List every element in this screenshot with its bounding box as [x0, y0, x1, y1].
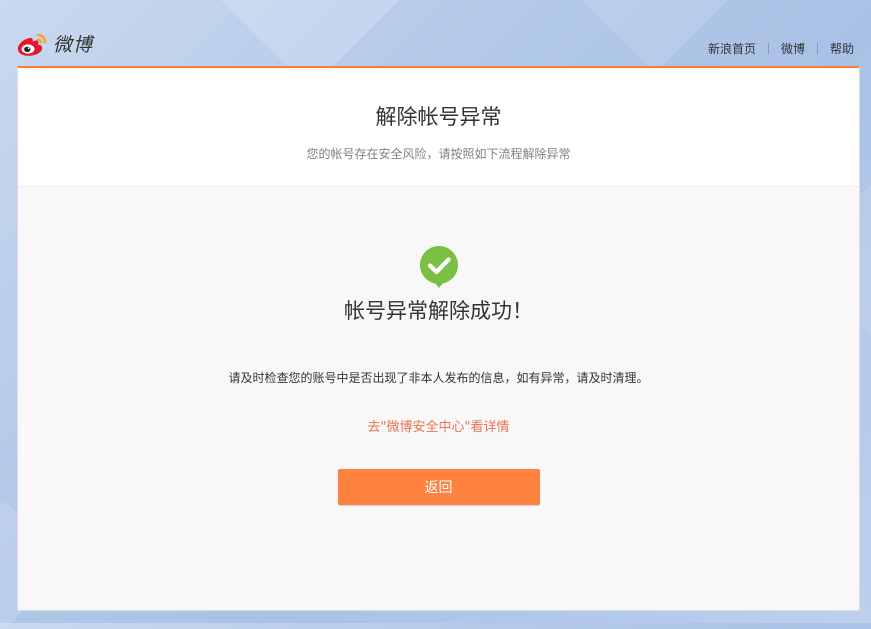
nav-link-help[interactable]: 帮助 [830, 40, 854, 57]
nav-link-weibo[interactable]: 微博 [781, 40, 805, 57]
weibo-eye-icon [16, 31, 50, 57]
success-check-icon [419, 245, 459, 289]
nav-divider [767, 43, 769, 54]
back-button[interactable]: 返回 [337, 469, 540, 505]
logo-text: 微博 [53, 34, 94, 56]
security-center-link[interactable]: 去"微博安全中心"看详情 [368, 416, 510, 435]
card-body: 帐号异常解除成功！ 请及时检查您的账号中是否出现了非本人发布的信息，如有异常，请… [18, 245, 859, 505]
page-subtitle: 您的帐号存在安全风险，请按照如下流程解除异常 [306, 147, 571, 161]
success-message: 帐号异常解除成功！ [344, 299, 533, 323]
nav-link-sina-home[interactable]: 新浪首页 [708, 40, 756, 57]
card-header: 解除帐号异常 您的帐号存在安全风险，请按照如下流程解除异常 [18, 68, 859, 187]
page-title: 解除帐号异常 [375, 105, 502, 129]
notice-text: 请及时检查您的账号中是否出现了非本人发布的信息，如有异常，请及时清理。 [228, 371, 649, 385]
nav-divider [816, 43, 818, 54]
account-unlock-card: 解除帐号异常 您的帐号存在安全风险，请按照如下流程解除异常 帐号异常解除成功！ … [17, 66, 860, 611]
weibo-logo[interactable]: 微博 [16, 30, 93, 57]
top-header: 微博 新浪首页 微博 帮助 [0, 0, 871, 66]
top-nav: 新浪首页 微博 帮助 [708, 40, 854, 57]
